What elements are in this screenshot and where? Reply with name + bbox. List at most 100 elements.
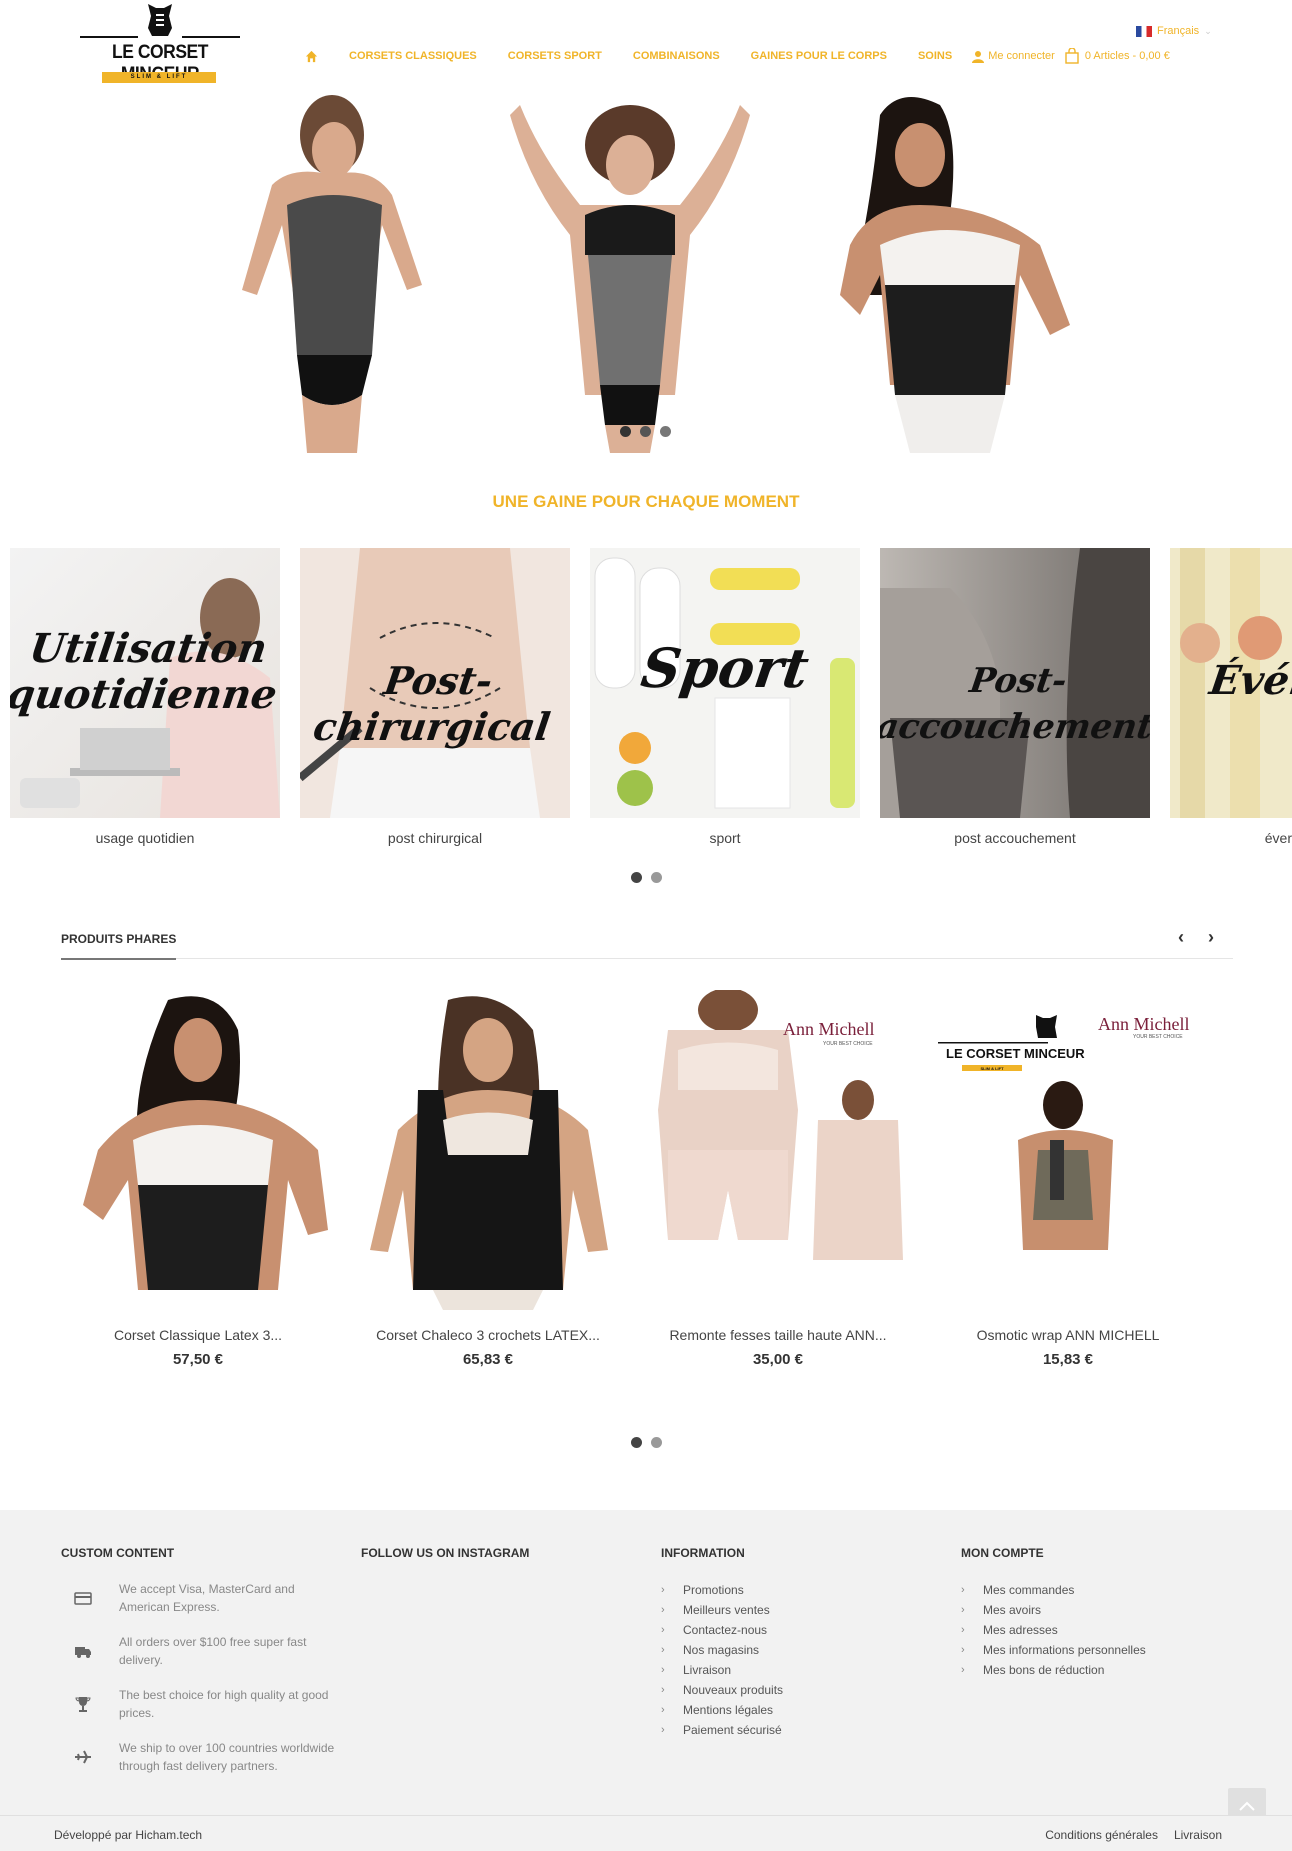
plane-icon [75,1750,91,1764]
footer-link-label: Mes avoirs [983,1603,1042,1617]
cart-summary: 0 Articles - 0,00 € [1084,50,1170,62]
cart-link[interactable]: 0 Articles - 0,00 € [1065,48,1170,64]
category-caption-postpartum: post accouchement [954,830,1076,846]
product-name-1[interactable]: Corset Classique Latex 3... [58,1327,338,1343]
footer-link-legal[interactable]: › Mentions légales [661,1700,783,1720]
home-icon[interactable] [305,50,318,63]
category-card-events[interactable]: Évén éver [1170,548,1292,846]
login-link[interactable]: Me connecter [972,50,1055,63]
user-icon [972,50,985,63]
chevron-right-icon: › [961,1604,965,1616]
page: LE CORSET MINCEUR SLIM & LIFT Français ⌄… [0,0,1292,1851]
product-price-4: 15,83 € [1042,1351,1094,1368]
nav-item-gaines[interactable]: GAINES POUR LE CORPS [751,50,887,62]
footer-link-label: Meilleurs ventes [683,1603,770,1617]
footer-link-label: Mes bons de réduction [983,1663,1105,1677]
product-card-4[interactable]: LE CORSET MINCEUR SLIM & LIFT Ann Michel… [928,990,1208,1368]
product-price-1: 57,50 € [172,1351,224,1368]
category-card-daily[interactable]: Utilisation quotidienne usage quotidien [10,548,280,846]
footer-link-label: Nouveaux produits [683,1683,784,1697]
footer-custom-text: We ship to over 100 countries worldwide … [119,1741,335,1773]
brand-logo-name-4: LE CORSET MINCEUR [946,1046,1085,1061]
category-card-sport[interactable]: Sport sport [590,548,860,846]
category-script-events: Évén [1206,657,1292,704]
product-name-4[interactable]: Osmotic wrap ANN MICHELL [928,1327,1208,1343]
moments-dot-2[interactable] [651,872,662,883]
bottom-links: Conditions générales Livraison [1045,1828,1222,1842]
footer-link-secure-payment[interactable]: › Paiement sécurisé [661,1720,783,1740]
products-dot-2[interactable] [651,1437,662,1448]
footer-information-title: INFORMATION [661,1546,745,1560]
footer-link-new-products[interactable]: › Nouveaux produits [661,1680,783,1700]
footer-link-best-sellers[interactable]: › Meilleurs ventes [661,1600,783,1620]
truck-icon [75,1647,91,1658]
trophy-icon [75,1697,91,1712]
hero-dot-2[interactable] [640,426,651,437]
chevron-right-icon: › [961,1644,965,1656]
product-name-2[interactable]: Corset Chaleco 3 crochets LATEX... [348,1327,628,1343]
chevron-right-icon: › [661,1684,665,1696]
footer-link-vouchers[interactable]: › Mes bons de réduction [961,1660,1146,1680]
developer-credit[interactable]: Développé par Hicham.tech [54,1828,202,1842]
product-card-3[interactable]: Ann Michell YOUR BEST CHOICE Remonte fes… [638,988,918,1368]
brand-logo-tag-4: SLIM & LIFT [980,1066,1004,1071]
site-logo[interactable]: LE CORSET MINCEUR SLIM & LIFT [80,0,240,90]
chevron-down-icon: ⌄ [1204,25,1212,36]
category-card-post-surgical[interactable]: Post-chirurgical post chirurgical [300,548,570,846]
nav-item-soins[interactable]: SOINS [918,50,952,62]
footer-link-label: Nos magasins [683,1643,760,1657]
chevron-right-icon: › [661,1624,665,1636]
footer-link-label: Mes adresses [983,1623,1058,1637]
logo-tagline: SLIM & LIFT [102,72,216,83]
language-selector[interactable]: Français ⌄ [1136,25,1212,37]
footer-custom-item: The best choice for high quality at good… [61,1686,339,1722]
product-image-1[interactable] [58,990,338,1310]
category-script-daily: Utilisation quotidienne [10,625,280,718]
footer-custom-title: CUSTOM CONTENT [61,1546,175,1560]
brand-label-4: Ann Michell [1098,1014,1190,1034]
chevron-right-icon: › [661,1604,665,1616]
footer-link-label: Mes commandes [983,1583,1075,1597]
footer-link-stores[interactable]: › Nos magasins [661,1640,783,1660]
footer-custom-item: We accept Visa, MasterCard and American … [61,1580,339,1616]
product-image-2[interactable] [348,990,628,1310]
footer-link-personal-info[interactable]: › Mes informations personnelles [961,1640,1146,1660]
hero-dot-3[interactable] [660,426,671,437]
category-card-postpartum[interactable]: Post-accouchement post accouchement [880,548,1150,846]
products-pagination [631,1437,662,1448]
bottom-link-delivery[interactable]: Livraison [1174,1828,1222,1842]
footer-link-label: Paiement sécurisé [683,1723,782,1737]
nav-item-corsets-classiques[interactable]: CORSETS CLASSIQUES [349,50,477,62]
products-dot-1[interactable] [631,1437,642,1448]
footer-custom-text: We accept Visa, MasterCard and American … [119,1582,295,1614]
product-image-3[interactable]: Ann Michell YOUR BEST CHOICE [638,988,918,1310]
footer-link-addresses[interactable]: › Mes adresses [961,1620,1146,1640]
hero-slider[interactable] [0,95,1292,455]
footer-link-promotions[interactable]: › Promotions [661,1580,783,1600]
product-image-4[interactable]: LE CORSET MINCEUR SLIM & LIFT Ann Michel… [928,990,1208,1310]
nav-item-combinaisons[interactable]: COMBINAISONS [633,50,720,62]
site-footer: CUSTOM CONTENT We accept Visa, MasterCar… [0,1510,1292,1815]
footer-account: MON COMPTE › Mes commandes › Mes avoirs › M… [961,1546,1146,1680]
moments-dot-1[interactable] [631,872,642,883]
chevron-right-icon: › [661,1724,665,1736]
footer-link-credit-slips[interactable]: › Mes avoirs [961,1600,1146,1620]
chevron-right-icon: › [961,1664,965,1676]
nav-item-corsets-sport[interactable]: CORSETS SPORT [508,50,602,62]
footer-link-contact[interactable]: › Contactez-nous [661,1620,783,1640]
footer-link-orders[interactable]: › Mes commandes [961,1580,1146,1600]
hero-model-image-2 [510,105,750,453]
bottom-link-terms[interactable]: Conditions générales [1045,1828,1158,1842]
chevron-right-icon[interactable]: › [1202,928,1220,946]
category-caption-sport: sport [709,830,741,846]
chevron-left-icon[interactable]: ‹ [1172,928,1190,946]
chevron-right-icon: › [961,1584,965,1596]
footer-link-delivery[interactable]: › Livraison [661,1660,783,1680]
chevron-right-icon: › [961,1624,965,1636]
product-card-1[interactable]: Corset Classique Latex 3... 57,50 € [58,990,338,1368]
category-image-postpartum: Post-accouchement [880,548,1150,818]
chevron-right-icon: › [661,1644,665,1656]
product-name-3[interactable]: Remonte fesses taille haute ANN... [638,1327,918,1343]
product-card-2[interactable]: Corset Chaleco 3 crochets LATEX... 65,83… [348,990,628,1368]
hero-dot-1[interactable] [620,426,631,437]
